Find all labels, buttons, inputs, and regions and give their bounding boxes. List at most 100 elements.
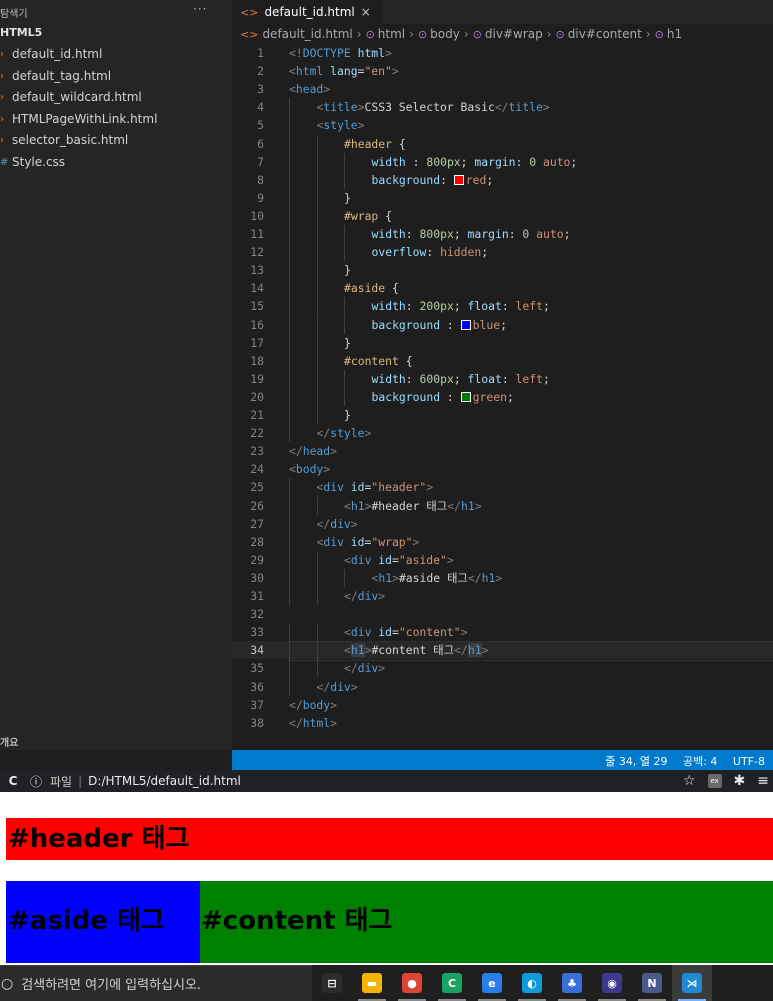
code-line[interactable]: 34 <h1>#content 태그</h1> (232, 641, 773, 662)
file-item[interactable]: › default_wildcard.html (0, 87, 232, 109)
menu-icon[interactable]: ≡ (757, 773, 769, 789)
studio-icon: N (642, 973, 662, 993)
chrome-icon: ● (402, 973, 422, 993)
line-number: 31 (250, 589, 264, 603)
taskbar-app-button[interactable]: ◉ (592, 965, 632, 1001)
taskbar-app-button[interactable]: ⋊ (672, 965, 712, 1001)
code-token: hidden (440, 245, 482, 260)
taskbar-app-button[interactable]: ▬ (352, 965, 392, 1001)
code-line[interactable]: 9} (232, 188, 773, 207)
indent-guide (344, 568, 345, 587)
folder-html5[interactable]: HTML5 (0, 26, 42, 39)
code-token: width (371, 154, 406, 169)
code-line[interactable]: 30 <h1>#aside 태그</h1> (232, 568, 773, 587)
breadcrumb-item[interactable]: html (378, 27, 405, 41)
code-line[interactable]: 2 <html lang="en"> (232, 62, 773, 80)
code-line[interactable]: 3 <head> (232, 80, 773, 98)
breadcrumb-item[interactable]: div#wrap (485, 27, 543, 41)
file-item[interactable]: › default_id.html (0, 44, 232, 66)
code-line[interactable]: 28 <div id="wrap"> (232, 532, 773, 551)
url-text[interactable]: D:/HTML5/default_id.html (88, 774, 241, 788)
file-item[interactable]: › default_tag.html (0, 66, 232, 88)
code-line[interactable]: 24 <body> (232, 460, 773, 478)
code-line[interactable]: 12 overflow: hidden; (232, 243, 773, 262)
taskbar-app-button[interactable]: N (632, 965, 672, 1001)
code-token: < (344, 552, 351, 567)
file-item[interactable]: › selector_basic.html (0, 130, 232, 152)
more-actions-icon[interactable]: ··· (193, 2, 207, 16)
file-explorer-icon: ▬ (362, 973, 382, 993)
file-scheme-label: 파일 (50, 774, 73, 789)
indent-guide (289, 496, 290, 515)
bookmark-star-icon[interactable]: ☆ (683, 773, 696, 789)
indent-guide (289, 514, 290, 533)
line-number: 29 (250, 552, 264, 567)
taskbar-app-button[interactable]: ● (392, 965, 432, 1001)
taskbar-app-button[interactable]: e (472, 965, 512, 1001)
taskbar-app-button[interactable]: ◐ (512, 965, 552, 1001)
code-line[interactable]: 23 </head> (232, 442, 773, 460)
code-line[interactable]: 22 </style> (232, 424, 773, 443)
explorer-sidebar: 탐색기 ··· HTML5 › default_id.html › default_t… (0, 0, 232, 750)
taskbar-app-button[interactable]: ♣ (552, 965, 592, 1001)
code-line[interactable]: 10 #wrap { (232, 206, 773, 225)
breadcrumb-item[interactable]: default_id.html (262, 27, 352, 41)
encoding-status[interactable]: UTF-8 (733, 755, 765, 768)
code-line[interactable]: 14 #aside { (232, 279, 773, 298)
breadcrumb-item[interactable]: div#content (568, 27, 642, 41)
code-line[interactable]: 26 <h1>#header 태그</h1> (232, 496, 773, 515)
code-line[interactable]: 16 background : blue; (232, 315, 773, 334)
code-line[interactable]: 21} (232, 406, 773, 425)
code-line[interactable]: 20 background : green; (232, 387, 773, 406)
code-line[interactable]: 13} (232, 261, 773, 280)
code-line[interactable]: 4 <title>CSS3 Selector Basic</title> (232, 98, 773, 117)
indent-guide (316, 315, 318, 334)
breadcrumb-item[interactable]: body (430, 27, 460, 41)
code-line[interactable]: 32 (232, 605, 773, 623)
code-token: : (405, 371, 420, 386)
taskbar-search[interactable]: ○ 검색하려면 여기에 입력하십시오. (0, 965, 312, 1001)
code-line[interactable]: 27 </div> (232, 514, 773, 533)
file-item[interactable]: › HTMLPageWithLink.html (0, 109, 232, 131)
code-line[interactable]: 15 width: 200px; float: left; (232, 297, 773, 316)
taskbar-app-button[interactable]: ⊟ (312, 965, 352, 1001)
code-line[interactable]: 35 </div> (232, 659, 773, 678)
code-line[interactable]: 8 background: red; (232, 170, 773, 189)
search-placeholder: 검색하려면 여기에 입력하십시오. (21, 978, 202, 993)
indentation-status[interactable]: 공백: 4 (683, 755, 717, 768)
code-line[interactable]: 5 <style> (232, 116, 773, 135)
code-line[interactable]: 1 <!DOCTYPE html> (232, 44, 773, 62)
code-token: > (357, 118, 365, 133)
code-line[interactable]: 33 <div id="content"> (232, 623, 773, 642)
tab-default-id-html[interactable]: <> default_id.html × (232, 0, 382, 24)
color-swatch-icon[interactable] (453, 174, 464, 185)
code-line[interactable]: 36 </div> (232, 677, 773, 696)
code-line[interactable]: 25 <div id="header"> (232, 478, 773, 497)
extensions-puzzle-icon[interactable]: ✱ (734, 773, 746, 789)
code-text: <div id="content"> (344, 623, 467, 641)
code-editor[interactable]: 1 <!DOCTYPE html> 2 <html lang="en"> 3 <head>… (232, 44, 773, 740)
code-line[interactable]: 31 </div> (232, 587, 773, 606)
close-icon[interactable]: × (361, 5, 371, 19)
color-swatch-icon[interactable] (460, 391, 471, 402)
code-line[interactable]: 6 #header { (232, 134, 773, 153)
color-swatch-icon[interactable] (460, 319, 471, 330)
taskbar-app-button[interactable]: C (432, 965, 472, 1001)
code-line[interactable]: 7 width : 800px; margin: 0 auto; (232, 152, 773, 171)
code-line[interactable]: 17} (232, 333, 773, 352)
code-line[interactable]: 19 width: 600px; float: left; (232, 369, 773, 388)
code-line[interactable]: 37 </body> (232, 696, 773, 714)
code-line[interactable]: 18 #content { (232, 351, 773, 370)
file-list: › default_id.html › default_tag.html › defaul… (0, 44, 232, 173)
code-line[interactable]: 29 <div id="aside"> (232, 550, 773, 569)
code-line[interactable]: 11 width: 800px; margin: 0 auto; (232, 225, 773, 244)
outline-section[interactable]: 개요 (0, 734, 18, 749)
info-icon[interactable]: ⓘ (30, 773, 42, 790)
breadcrumb-item[interactable]: h1 (667, 27, 682, 41)
reload-icon[interactable]: C (2, 774, 24, 788)
file-item[interactable]: # Style.css (0, 152, 232, 174)
extension-icon[interactable]: ex (707, 774, 722, 788)
code-line[interactable]: 38 </html> (232, 714, 773, 732)
line-number: 33 (250, 625, 264, 640)
cursor-position[interactable]: 줄 34, 열 29 (605, 755, 667, 768)
